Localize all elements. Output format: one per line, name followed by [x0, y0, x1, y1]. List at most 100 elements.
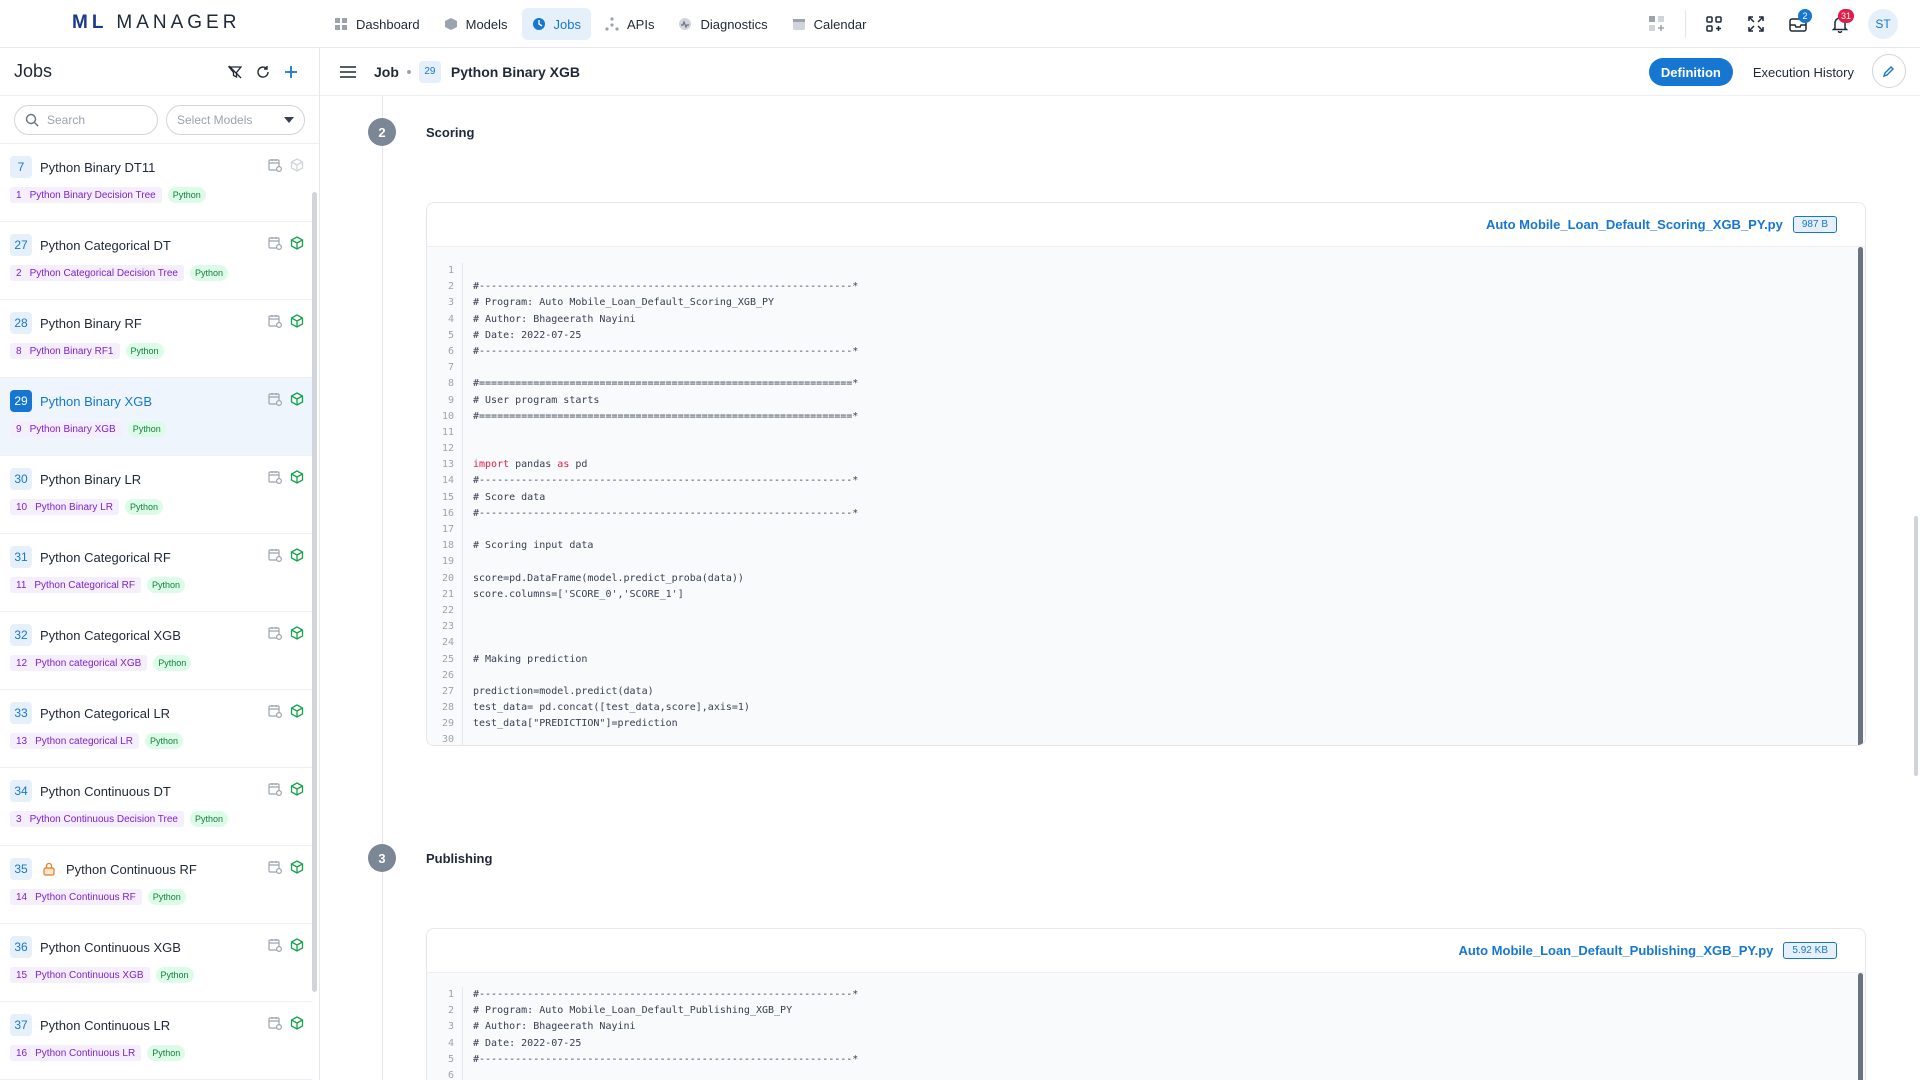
line-number: 9 [427, 392, 463, 409]
job-name: Python Categorical LR [40, 705, 171, 721]
schedule-icon[interactable] [268, 548, 283, 567]
job-list-item[interactable]: 30 Python Binary LR 10 Python Binary LR Pyth… [0, 456, 312, 534]
schedule-icon[interactable] [268, 626, 283, 645]
search-input[interactable] [47, 112, 147, 127]
deploy-cube-icon[interactable] [290, 158, 304, 177]
tab-definition[interactable]: Definition [1648, 58, 1733, 86]
schedule-icon[interactable] [268, 236, 283, 255]
model-pill[interactable]: 8 Python Binary RF1 [10, 343, 120, 359]
deploy-cube-icon[interactable] [290, 704, 304, 723]
model-pill[interactable]: 14 Python Continuous RF [10, 889, 142, 905]
job-list-item[interactable]: 7 Python Binary DT11 1 Python Binary Decisi… [0, 144, 312, 222]
code-viewer[interactable]: 1 #--------------------------------------… [427, 973, 1865, 1080]
file-link[interactable]: Auto Mobile_Loan_Default_Scoring_XGB_PY.… [1486, 217, 1783, 232]
code-viewer[interactable]: 1 2 #-------------------------------------… [427, 247, 1865, 745]
nav-calendar[interactable]: Calendar [782, 8, 877, 40]
schedule-icon[interactable] [268, 314, 283, 333]
schedule-icon[interactable] [268, 392, 283, 411]
model-pill[interactable]: 2 Python Categorical Decision Tree [10, 265, 184, 281]
user-avatar[interactable]: ST [1868, 9, 1898, 39]
model-pill[interactable]: 15 Python Continuous XGB [10, 967, 150, 983]
job-list-item[interactable]: 28 Python Binary RF 8 Python Binary RF1 Pyth… [0, 300, 312, 378]
job-list-item[interactable]: 34 Python Continuous DT 3 Python Continuous… [0, 768, 312, 846]
job-actions [268, 470, 304, 489]
nav-apis[interactable]: APIs [595, 8, 664, 40]
job-actions [268, 548, 304, 567]
model-pill[interactable]: 16 Python Continuous LR [10, 1045, 142, 1061]
job-list-item[interactable]: 32 Python Categorical XGB 12 Python categor… [0, 612, 312, 690]
job-list-item[interactable]: 36 Python Continuous XGB 15 Python Continuo… [0, 924, 312, 1002]
breadcrumb-job-id: 29 [418, 60, 441, 83]
deploy-cube-icon[interactable] [290, 1016, 304, 1035]
deploy-cube-icon[interactable] [290, 548, 304, 567]
language-badge: Python [124, 499, 163, 515]
code-text: # Author: Bhageerath Nayini [473, 313, 636, 325]
job-list-item[interactable]: 37 Python Continuous LR 16 Python Continuou… [0, 1002, 312, 1080]
model-pill[interactable]: 13 Python categorical LR [10, 733, 139, 749]
job-list-item[interactable]: 35 Python Continuous RF 14 Python Continuou… [0, 846, 312, 924]
deploy-cube-icon[interactable] [290, 938, 304, 957]
breadcrumb-job[interactable]: Job [374, 64, 399, 80]
add-widget-icon[interactable] [1639, 6, 1675, 42]
job-title-row: 7 Python Binary DT11 [10, 156, 302, 178]
job-id-badge: 29 [10, 390, 32, 412]
schedule-icon[interactable] [268, 1016, 283, 1035]
refresh-icon[interactable] [249, 58, 277, 86]
job-list-item[interactable]: 27 Python Categorical DT 2 Python Categoric… [0, 222, 312, 300]
file-link[interactable]: Auto Mobile_Loan_Default_Publishing_XGB_… [1458, 943, 1773, 958]
model-pill[interactable]: 12 Python categorical XGB [10, 655, 148, 671]
notifications-icon[interactable]: 31 [1822, 6, 1858, 42]
code-scrollbar[interactable] [1858, 247, 1863, 745]
deploy-cube-icon[interactable] [290, 782, 304, 801]
messages-icon[interactable]: 2 [1780, 6, 1816, 42]
deploy-cube-icon[interactable] [290, 470, 304, 489]
main-scrollbar[interactable] [1914, 516, 1918, 776]
code-line: 13 import pandas as pd [427, 457, 1865, 474]
code-line: 26 [427, 667, 1865, 684]
schedule-icon[interactable] [268, 782, 283, 801]
keyword: import [473, 459, 510, 471]
model-name: Python Categorical Decision Tree [29, 267, 178, 279]
job-actions [268, 938, 304, 957]
schedule-icon[interactable] [268, 470, 283, 489]
model-pill[interactable]: 1 Python Binary Decision Tree [10, 187, 162, 203]
model-pill[interactable]: 10 Python Binary LR [10, 499, 119, 515]
model-pill[interactable]: 9 Python Binary XGB [10, 421, 122, 437]
deploy-cube-icon[interactable] [290, 860, 304, 879]
deploy-cube-icon[interactable] [290, 626, 304, 645]
fullscreen-icon[interactable] [1738, 6, 1774, 42]
model-pill[interactable]: 3 Python Continuous Decision Tree [10, 811, 184, 827]
search-box[interactable] [14, 104, 158, 135]
job-list-item[interactable]: 29 Python Binary XGB 9 Python Binary XGB Pyt… [0, 378, 312, 456]
job-title-row: 34 Python Continuous DT [10, 780, 302, 802]
job-list-item[interactable]: 33 Python Categorical LR 13 Python categori… [0, 690, 312, 768]
nav-jobs[interactable]: Jobs [521, 8, 591, 40]
code-line: 3 # Program: Auto Mobile_Loan_Default_Sco… [427, 295, 1865, 312]
add-job-icon[interactable] [277, 58, 305, 86]
clear-filter-icon[interactable] [221, 58, 249, 86]
schedule-icon[interactable] [268, 158, 283, 177]
schedule-icon[interactable] [268, 938, 283, 957]
nav-models[interactable]: Models [434, 8, 518, 40]
deploy-cube-icon[interactable] [290, 236, 304, 255]
sidebar-scrollbar[interactable] [312, 192, 317, 992]
job-name: Python Categorical RF [40, 549, 171, 565]
deploy-cube-icon[interactable] [290, 392, 304, 411]
model-name: Python Continuous RF [35, 891, 136, 903]
line-number: 16 [427, 505, 463, 522]
app-logo[interactable]: ML MANAGER [72, 12, 240, 34]
schedule-icon[interactable] [268, 860, 283, 879]
model-pill[interactable]: 11 Python Categorical RF [10, 577, 141, 593]
job-id-badge: 33 [10, 702, 32, 724]
select-models-dropdown[interactable]: Select Models [166, 104, 305, 135]
nav-dashboard[interactable]: Dashboard [324, 8, 430, 40]
code-scrollbar[interactable] [1858, 973, 1863, 1080]
job-list-item[interactable]: 31 Python Categorical RF 11 Python Categori… [0, 534, 312, 612]
tab-execution-history[interactable]: Execution History [1741, 58, 1866, 86]
schedule-icon[interactable] [268, 704, 283, 723]
deploy-cube-icon[interactable] [290, 314, 304, 333]
nav-diagnostics[interactable]: Diagnostics [668, 8, 777, 40]
apps-icon[interactable] [1696, 6, 1732, 42]
edit-button[interactable] [1872, 54, 1906, 88]
menu-icon[interactable] [336, 60, 360, 84]
